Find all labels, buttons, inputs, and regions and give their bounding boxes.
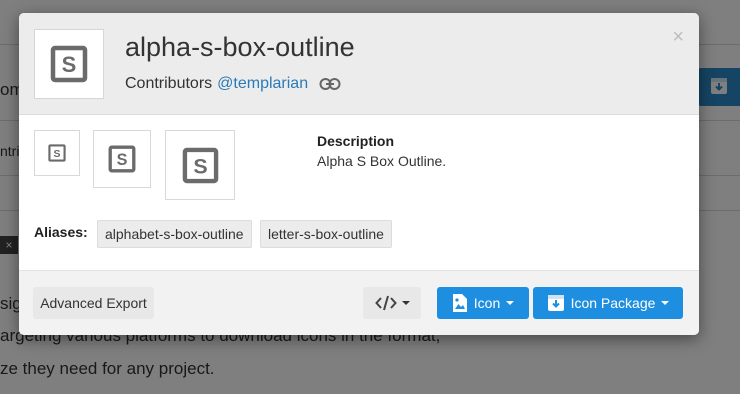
- close-button[interactable]: ×: [672, 27, 684, 47]
- link-icon[interactable]: [319, 77, 341, 91]
- alias-tag[interactable]: alphabet-s-box-outline: [97, 220, 252, 248]
- icon-glyph: S: [193, 154, 207, 178]
- alias-tag[interactable]: letter-s-box-outline: [260, 220, 392, 248]
- contributor-link[interactable]: @templarian: [217, 75, 308, 93]
- icon-download-button[interactable]: Icon: [437, 287, 529, 319]
- modal-header: S alpha-s-box-outline Contributors @temp…: [19, 13, 699, 115]
- code-icon: [374, 295, 397, 311]
- alpha-s-box-outline-icon: S: [50, 45, 88, 83]
- alpha-s-box-outline-icon: S: [108, 145, 136, 173]
- icon-package-label: Icon Package: [570, 295, 656, 311]
- icon-preview-large: S: [34, 29, 104, 99]
- package-download-icon: [547, 295, 564, 311]
- alpha-s-box-outline-icon: S: [48, 144, 66, 162]
- icon-title: alpha-s-box-outline: [125, 32, 355, 62]
- icon-button-label: Icon: [473, 295, 501, 311]
- contributors: Contributors @templarian: [125, 75, 341, 93]
- modal-body: S S S Description Alpha S Box Outline. A…: [19, 115, 699, 270]
- icon-preview-small: S: [34, 130, 80, 176]
- icon-preview-xl: S: [165, 130, 235, 200]
- alpha-s-box-outline-icon: S: [182, 147, 218, 183]
- contributors-label: Contributors: [125, 75, 213, 92]
- advanced-export-button[interactable]: Advanced Export: [33, 287, 154, 319]
- image-file-icon: [452, 294, 467, 312]
- modal-footer: Advanced Export Icon Icon Package: [19, 270, 699, 335]
- chevron-down-icon: [401, 301, 410, 305]
- icon-preview-medium: S: [93, 130, 151, 188]
- icon-package-button[interactable]: Icon Package: [533, 287, 683, 319]
- description-text: Alpha S Box Outline.: [317, 153, 447, 169]
- icon-glyph: S: [54, 149, 61, 160]
- icon-glyph: S: [62, 52, 77, 77]
- chevron-down-icon: [506, 301, 515, 305]
- chevron-down-icon: [661, 301, 670, 305]
- aliases-label: Aliases:: [34, 224, 88, 240]
- icon-detail-modal: S alpha-s-box-outline Contributors @temp…: [19, 13, 699, 335]
- code-dropdown-button[interactable]: [363, 287, 421, 319]
- description-label: Description: [317, 133, 395, 149]
- icon-glyph: S: [117, 151, 128, 169]
